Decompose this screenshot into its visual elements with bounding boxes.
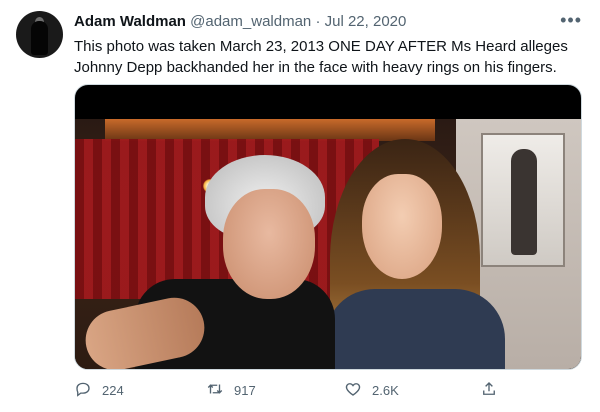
reply-count: 224 <box>102 383 124 398</box>
tweet-photo[interactable] <box>74 84 582 370</box>
photo-scene <box>75 119 581 369</box>
author-handle[interactable]: @adam_waldman <box>190 13 311 30</box>
share-icon <box>480 380 498 401</box>
photo-woman-body <box>325 289 505 369</box>
avatar-figure <box>31 21 48 55</box>
tweet-actions: 224 917 2.6K <box>74 380 504 402</box>
retweet-count: 917 <box>234 383 256 398</box>
retweet-icon <box>206 380 224 401</box>
poster-silhouette <box>511 149 537 255</box>
like-count: 2.6K <box>372 383 399 398</box>
like-button[interactable]: 2.6K <box>344 380 399 401</box>
more-options-icon[interactable]: ••• <box>560 10 582 31</box>
tweet-header: Adam Waldman @adam_waldman · Jul 22, 202… <box>74 13 406 30</box>
tweet-date[interactable]: Jul 22, 2020 <box>325 13 407 30</box>
photo-woman-face <box>362 174 442 279</box>
photo-poster <box>481 133 565 267</box>
heart-icon <box>344 380 362 401</box>
meta-separator: · <box>315 13 321 30</box>
reply-icon <box>74 380 92 401</box>
photo-man-face <box>223 189 315 299</box>
photo-ceiling <box>105 119 435 141</box>
tweet-text: This photo was taken March 23, 2013 ONE … <box>74 38 568 76</box>
reply-button[interactable]: 224 <box>74 380 124 401</box>
author-avatar[interactable] <box>16 11 63 58</box>
retweet-button[interactable]: 917 <box>206 380 256 401</box>
author-name[interactable]: Adam Waldman <box>74 13 186 30</box>
share-button[interactable] <box>480 380 498 401</box>
